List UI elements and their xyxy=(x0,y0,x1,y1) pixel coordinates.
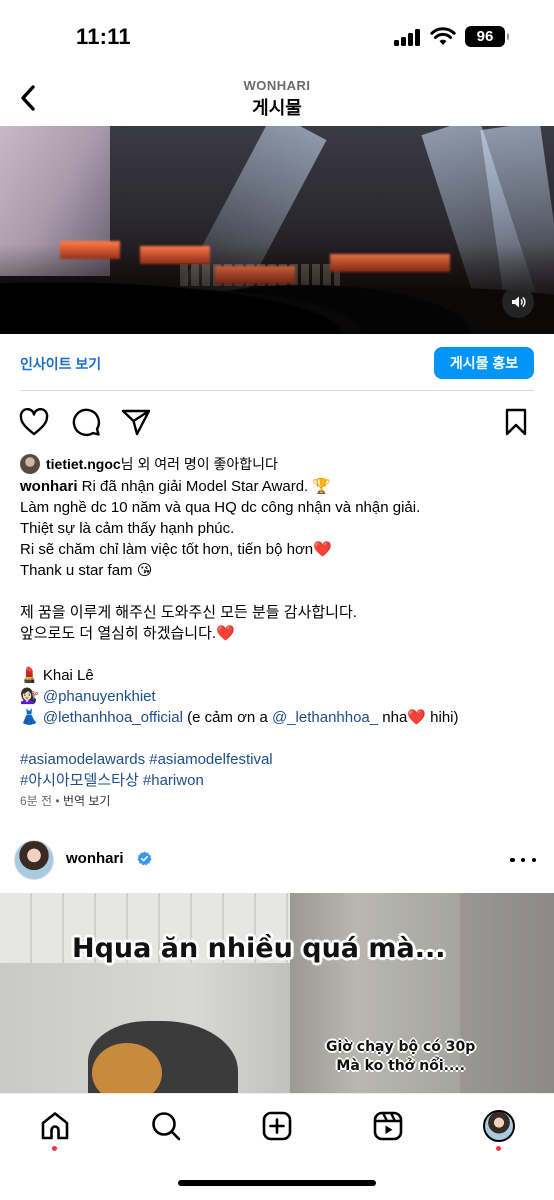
caption-line: Thank u star fam 😘 xyxy=(20,562,153,579)
caption-credit: 💄 Khai Lê xyxy=(20,667,94,684)
search-icon xyxy=(152,1112,181,1141)
header-username: WONHARI xyxy=(243,78,311,93)
likes-text: 님 외 여러 명이 좋아합니다 xyxy=(120,456,278,472)
comment-icon xyxy=(72,408,101,437)
nav-profile[interactable] xyxy=(481,1108,517,1144)
like-button[interactable] xyxy=(18,406,50,438)
divider xyxy=(20,390,534,391)
speaker-icon xyxy=(512,296,526,308)
liker-avatar xyxy=(20,454,40,474)
create-icon xyxy=(262,1111,292,1141)
caption-author[interactable]: wonhari xyxy=(20,478,78,495)
post-author-username[interactable]: wonhari xyxy=(66,850,124,867)
overlay-line: Mà ko thở nổi.... xyxy=(336,1058,465,1074)
overlay-line: Giờ chạy bộ có 30p xyxy=(326,1039,476,1055)
profile-avatar xyxy=(483,1110,515,1142)
caption-credit: 💇🏻‍♀️ @phanuyenkhiet xyxy=(20,686,540,707)
paper-plane-icon xyxy=(121,409,151,436)
mention-link[interactable]: @lethanhhoa_official xyxy=(43,709,183,726)
nav-home[interactable] xyxy=(37,1108,73,1144)
ellipsis-icon xyxy=(510,857,515,863)
view-insights-link[interactable]: 인사이트 보기 xyxy=(20,354,101,374)
nav-search[interactable] xyxy=(148,1108,184,1144)
hashtag-line[interactable]: #아시아모델스타상 #hariwon xyxy=(20,770,540,791)
home-icon xyxy=(41,1112,69,1140)
share-button[interactable] xyxy=(120,406,152,438)
next-post-image[interactable]: Hqua ăn nhiều quá mà... Giờ chạy bộ có 3… xyxy=(0,893,554,1093)
reels-icon xyxy=(373,1111,403,1141)
more-options-button[interactable] xyxy=(510,848,536,872)
post-video[interactable] xyxy=(0,126,554,334)
page-title: 게시물 xyxy=(252,98,302,118)
credit-emoji: 💇🏻‍♀️ xyxy=(20,688,43,705)
nav-reels[interactable] xyxy=(370,1108,406,1144)
caption-text: nha❤️ hihi) xyxy=(378,709,459,726)
mention-link[interactable]: @phanuyenkhiet xyxy=(43,688,156,705)
liker-username[interactable]: tietiet.ngoc xyxy=(46,456,121,472)
hashtag-line[interactable]: #asiamodelawards #asiamodelfestival xyxy=(20,749,540,770)
credit-emoji: 👗 xyxy=(20,709,43,726)
meta-separator: • xyxy=(52,794,63,808)
notification-dot xyxy=(52,1146,57,1151)
post-timestamp: 6분 전 xyxy=(20,794,53,808)
post-caption: wonhari Ri đã nhận giải Model Star Award… xyxy=(20,476,540,791)
next-post-header: wonhari xyxy=(0,836,554,886)
mention-link[interactable]: @_lethanhhoa_ xyxy=(272,709,378,726)
likes-summary[interactable]: tietiet.ngoc 님 외 여러 명이 좋아합니다 xyxy=(20,454,278,474)
avatar[interactable] xyxy=(14,840,54,880)
nav-create[interactable] xyxy=(259,1108,295,1144)
caption-line: wonhari Ri đã nhận giải Model Star Award… xyxy=(20,476,540,497)
post-header-bar: WONHARI 게시물 xyxy=(0,72,554,126)
bookmark-icon xyxy=(505,408,527,436)
promote-post-button[interactable]: 게시물 홍보 xyxy=(434,347,534,379)
post-actions xyxy=(0,400,554,444)
comment-button[interactable] xyxy=(70,406,102,438)
verified-badge-icon xyxy=(137,851,152,866)
heart-icon xyxy=(19,408,49,436)
image-overlay-title: Hqua ăn nhiều quá mà... xyxy=(72,933,446,964)
home-indicator xyxy=(178,1180,376,1186)
status-bar: 11:11 96 xyxy=(0,0,554,72)
caption-line: Ri sẽ chăm chỉ làm việc tốt hơn, tiến bộ… xyxy=(20,541,332,558)
translate-link[interactable]: 번역 보기 xyxy=(63,794,111,808)
insights-row: 인사이트 보기 게시물 홍보 xyxy=(0,334,554,390)
caption-line: 제 꿈을 이루게 해주신 도와주신 모든 분들 감사합니다. xyxy=(20,604,357,621)
caption-line: Làm nghề dc 10 năm và qua HQ dc công nhậ… xyxy=(20,499,421,516)
wifi-icon xyxy=(430,27,456,45)
sound-toggle-button[interactable] xyxy=(502,286,534,318)
caption-text: (e cảm ơn a xyxy=(182,709,272,726)
save-button[interactable] xyxy=(500,406,532,438)
caption-line: Thiệt sự là cảm thấy hạnh phúc. xyxy=(20,520,235,537)
post-meta: 6분 전 • 번역 보기 xyxy=(20,792,110,809)
battery-indicator: 96 xyxy=(465,26,509,47)
caption-line: 앞으로도 더 열심히 하겠습니다.❤️ xyxy=(20,625,235,642)
notification-dot xyxy=(496,1146,501,1151)
cellular-signal-icon xyxy=(394,28,424,46)
status-time: 11:11 xyxy=(76,24,131,49)
image-overlay-subtitle: Giờ chạy bộ có 30p Mà ko thở nổi.... xyxy=(326,1038,475,1076)
caption-credit: 👗 @lethanhhoa_official (e cảm ơn a @_let… xyxy=(20,707,540,728)
caption-text: Ri đã nhận giải Model Star Award. 🏆 xyxy=(77,478,332,495)
video-crowd xyxy=(0,244,554,334)
